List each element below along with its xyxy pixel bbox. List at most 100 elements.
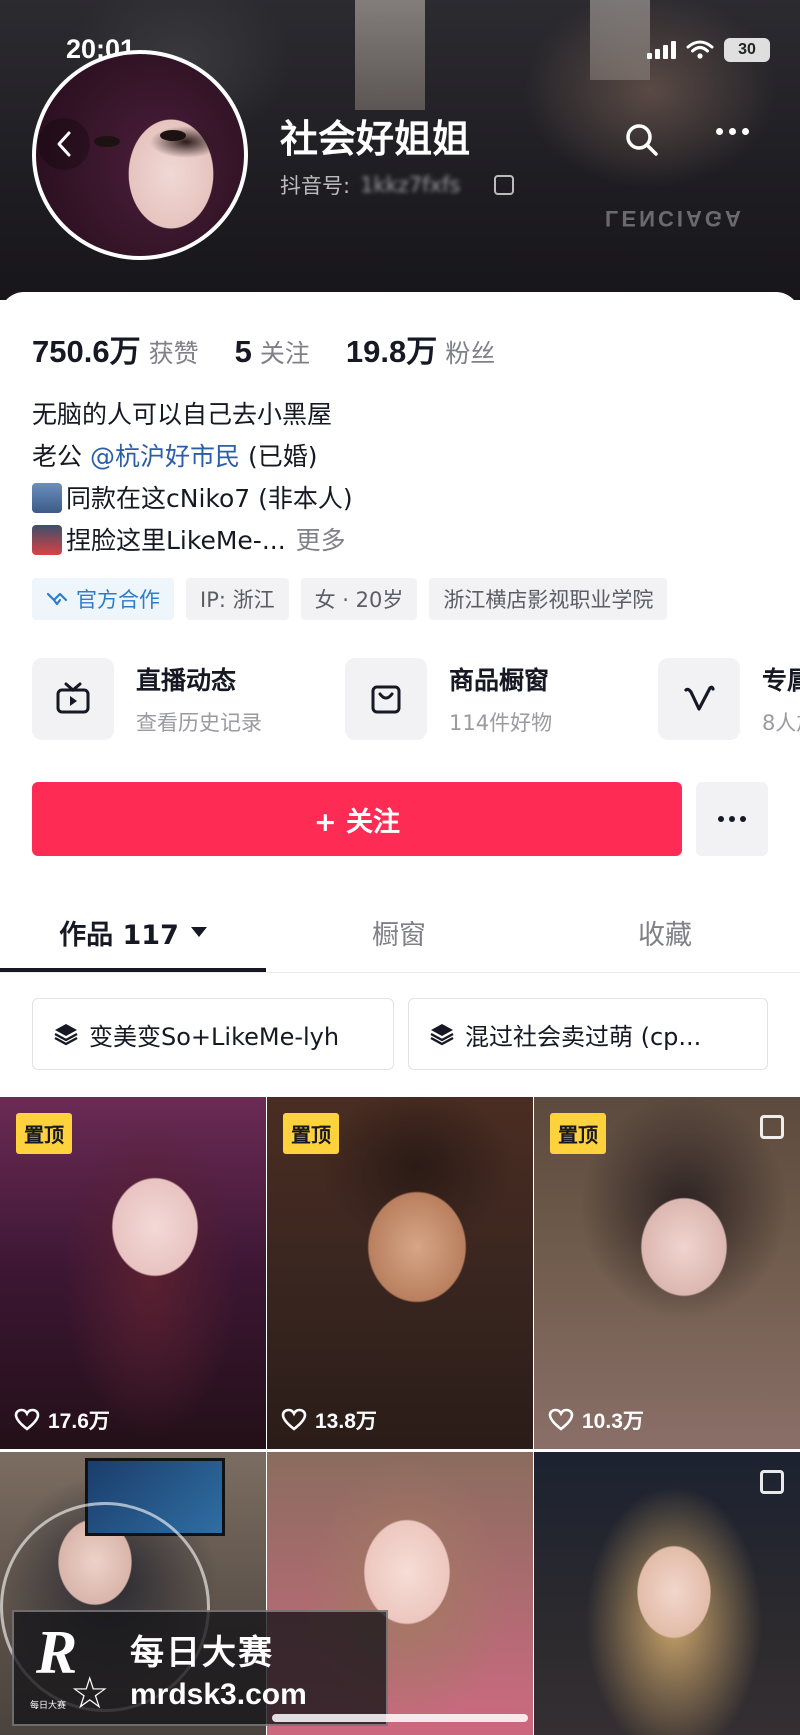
bio-text: 捏脸这里LikeMe-... bbox=[66, 526, 286, 555]
tag-label: 浙江横店影视职业学院 bbox=[443, 588, 654, 612]
video-likes: 13.8万 bbox=[281, 1405, 377, 1435]
stat-label: 关注 bbox=[259, 339, 310, 368]
collection-label: 混过社会卖过萌 (cp... bbox=[465, 1022, 702, 1051]
layers-icon bbox=[430, 1024, 454, 1046]
more-dot-icon bbox=[742, 128, 749, 135]
background-shirt-text: LENCIAGA bbox=[605, 206, 744, 231]
video-thumbnail[interactable]: 置顶 17.6万 bbox=[0, 1097, 266, 1449]
profile-tags: 官方合作 IP: 浙江 女 · 20岁 浙江横店影视职业学院 bbox=[32, 578, 668, 620]
follow-more-button[interactable] bbox=[696, 782, 768, 856]
more-dot-icon bbox=[718, 816, 724, 822]
watermark-url: mrdsk3.com bbox=[130, 1677, 307, 1711]
tag-gender-age: 女 · 20岁 bbox=[300, 578, 418, 620]
profile-bio: 无脑的人可以自己去小黑屋 老公 @杭沪好市民 (已婚) 同款在这cNiko7 (… bbox=[32, 394, 353, 562]
cellular-signal-icon bbox=[647, 41, 676, 59]
suit-emoji-icon bbox=[32, 483, 62, 513]
feature-product-showcase[interactable]: 商品橱窗 114件好物 bbox=[345, 658, 658, 740]
tab-showcase[interactable]: 橱窗 bbox=[266, 892, 532, 972]
more-dot-icon bbox=[729, 816, 735, 822]
video-likes: 17.6万 bbox=[14, 1405, 110, 1435]
stat-followers[interactable]: 19.8万 粉丝 bbox=[346, 326, 495, 371]
tab-label: 收藏 bbox=[638, 919, 692, 951]
more-dot-icon bbox=[729, 128, 736, 135]
search-icon bbox=[626, 124, 658, 156]
feature-subtitle: 查看历史记录 bbox=[136, 711, 262, 735]
more-dot-icon bbox=[716, 128, 723, 135]
douyin-id: 抖音号: 1kkz7fxfs bbox=[280, 170, 515, 200]
more-dot-icon bbox=[740, 816, 746, 822]
home-indicator[interactable] bbox=[272, 1714, 528, 1722]
stat-value: 19.8万 bbox=[345, 334, 438, 369]
stat-label: 获赞 bbox=[148, 339, 199, 368]
bio-line: 无脑的人可以自己去小黑屋 bbox=[32, 400, 333, 429]
collection-chip[interactable]: 混过社会卖过萌 (cp... bbox=[408, 998, 768, 1070]
stat-following[interactable]: 5 关注 bbox=[235, 334, 310, 370]
more-options-button[interactable] bbox=[716, 128, 749, 135]
follow-button[interactable]: + 关注 bbox=[32, 782, 682, 856]
copy-icon[interactable] bbox=[494, 175, 515, 195]
stat-label: 粉丝 bbox=[445, 339, 496, 368]
multi-image-icon bbox=[760, 1115, 784, 1139]
feature-subtitle: 8人加入 bbox=[762, 711, 800, 735]
feature-subtitle: 114件好物 bbox=[449, 711, 553, 735]
feature-title: 直播动态 bbox=[136, 666, 237, 695]
pinned-badge: 置顶 bbox=[16, 1113, 72, 1154]
tag-ip-location: IP: 浙江 bbox=[186, 578, 289, 620]
bio-text: 同款在这cNiko7 (非本人) bbox=[66, 484, 353, 513]
search-button[interactable] bbox=[624, 122, 660, 162]
likes-count: 13.8万 bbox=[315, 1410, 377, 1433]
stat-value: 5 bbox=[234, 334, 252, 369]
heart-icon bbox=[14, 1408, 40, 1431]
tv-icon bbox=[56, 682, 90, 714]
bio-text: 老公 bbox=[32, 442, 83, 471]
likes-count: 10.3万 bbox=[582, 1410, 644, 1433]
avatar-eye bbox=[160, 130, 186, 141]
stat-value: 750.6万 bbox=[32, 334, 141, 369]
content-tabs: 作品 117 橱窗 收藏 bbox=[0, 892, 800, 972]
watermark: R ☆ 每日大赛 每日大赛 mrdsk3.com bbox=[12, 1610, 388, 1726]
v-icon bbox=[684, 685, 715, 711]
bio-line: 同款在这cNiko7 (非本人) bbox=[32, 478, 353, 520]
background-light bbox=[355, 0, 425, 110]
bio-mention-link[interactable]: @杭沪好市民 bbox=[90, 442, 240, 471]
video-thumbnail[interactable]: 置顶 13.8万 bbox=[267, 1097, 533, 1449]
bio-more-link[interactable]: 更多 bbox=[296, 526, 346, 555]
tag-school[interactable]: 浙江横店影视职业学院 bbox=[429, 578, 668, 620]
tab-works[interactable]: 作品 117 bbox=[0, 892, 266, 972]
back-button[interactable] bbox=[38, 118, 90, 170]
shopping-bag-icon bbox=[371, 685, 401, 714]
video-thumbnail[interactable]: 置顶 10.3万 bbox=[534, 1097, 800, 1449]
background-light bbox=[590, 0, 650, 80]
tab-favorites[interactable]: 收藏 bbox=[532, 892, 798, 972]
bio-line: 捏脸这里LikeMe-... 更多 bbox=[32, 520, 353, 562]
avatar-eye bbox=[94, 136, 120, 147]
likes-count: 17.6万 bbox=[48, 1410, 110, 1433]
collection-label: 变美变So+LikeMe-lyh bbox=[89, 1022, 340, 1051]
divider bbox=[0, 972, 800, 973]
feature-icon-box bbox=[658, 658, 740, 740]
pinned-badge: 置顶 bbox=[283, 1113, 339, 1154]
feature-entries: 直播动态 查看历史记录 商品橱窗 114件好物 专属 8人 bbox=[32, 658, 800, 740]
chevron-left-icon bbox=[57, 131, 71, 157]
tag-label: 女 · 20岁 bbox=[314, 588, 404, 612]
profile-nickname: 社会好姐姐 bbox=[280, 117, 471, 161]
feature-exclusive-club[interactable]: 专属会 8人加入 bbox=[658, 658, 800, 740]
heart-icon bbox=[281, 1408, 307, 1431]
tab-label: 作品 117 bbox=[59, 919, 179, 951]
mailbox-emoji-icon bbox=[32, 525, 62, 555]
video-thumbnail[interactable] bbox=[534, 1452, 800, 1735]
tag-official-cooperation[interactable]: 官方合作 bbox=[32, 578, 174, 620]
profile-stats: 750.6万 获赞 5 关注 19.8万 粉丝 bbox=[32, 326, 531, 371]
pinned-badge: 置顶 bbox=[550, 1113, 606, 1154]
wifi-icon bbox=[686, 40, 714, 59]
douyin-id-label: 抖音号: bbox=[280, 174, 351, 198]
layers-icon bbox=[54, 1024, 78, 1046]
follow-label: + 关注 bbox=[313, 806, 401, 838]
watermark-logo: R ☆ 每日大赛 bbox=[28, 1618, 118, 1719]
feature-live-activity[interactable]: 直播动态 查看历史记录 bbox=[32, 658, 345, 740]
handshake-icon bbox=[46, 592, 68, 606]
feature-title: 商品橱窗 bbox=[449, 666, 550, 695]
collection-chip[interactable]: 变美变So+LikeMe-lyh bbox=[32, 998, 394, 1070]
caret-down-icon bbox=[190, 927, 207, 937]
video-likes: 10.3万 bbox=[548, 1405, 644, 1435]
